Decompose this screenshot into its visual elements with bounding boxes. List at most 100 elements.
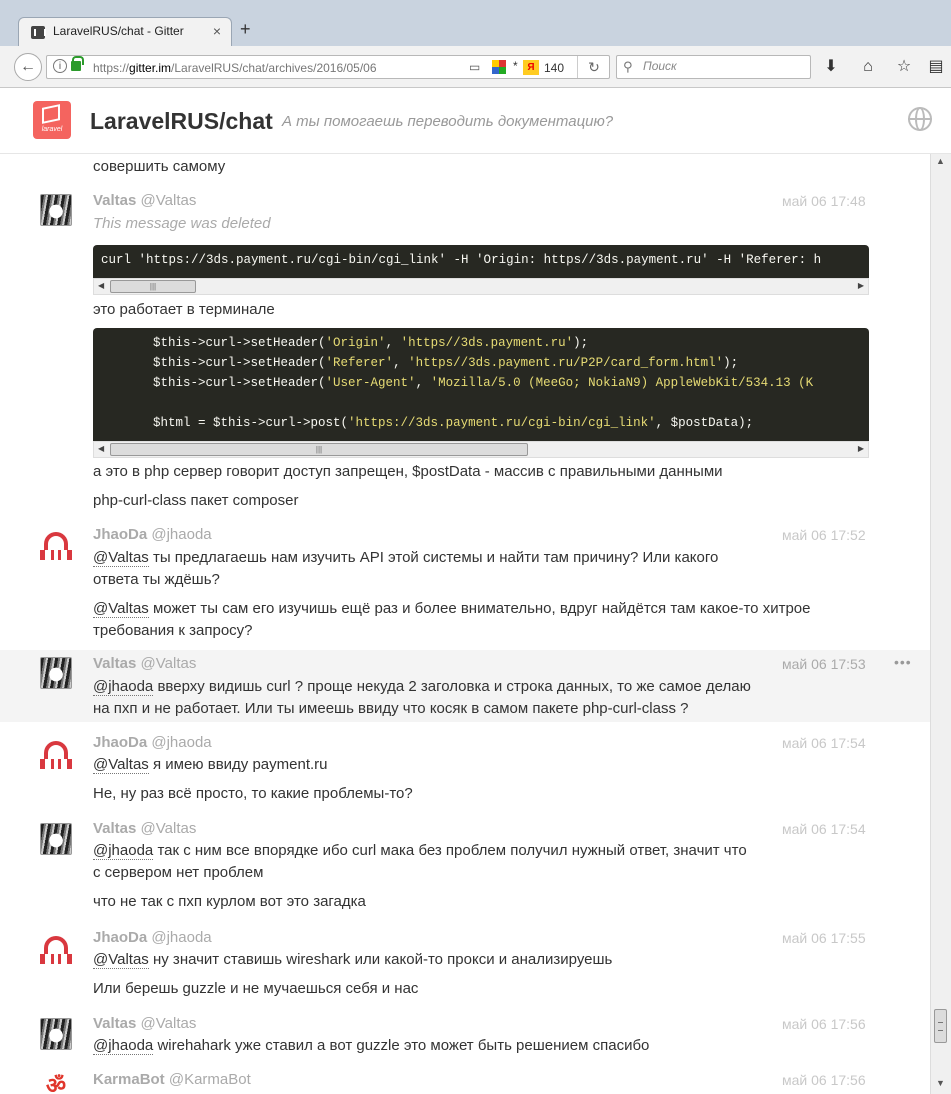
asterisk-icon: * bbox=[513, 59, 518, 73]
search-input[interactable] bbox=[643, 59, 803, 73]
tab-gitter[interactable]: LaravelRUS/chat - Gitter × bbox=[18, 17, 232, 46]
avatar-jhaoda[interactable] bbox=[40, 737, 72, 769]
back-button[interactable]: ← bbox=[14, 53, 42, 81]
scroll-left-icon[interactable]: ◀ bbox=[98, 444, 104, 453]
chat-message: JhaoDa @jhaoda май 06 17:55 @Valtas ну з… bbox=[0, 924, 930, 1010]
message-text: на пхп и не работает. Или ты имеешь ввид… bbox=[93, 700, 689, 717]
message-time[interactable]: май 06 17:55 bbox=[782, 930, 866, 946]
mention-link[interactable]: @Valtas bbox=[93, 549, 149, 567]
horizontal-scrollbar[interactable]: ◀ ||| ▶ bbox=[93, 278, 869, 295]
more-actions-icon[interactable]: ••• bbox=[894, 654, 912, 670]
reload-button[interactable]: ↻ bbox=[577, 56, 610, 78]
scroll-right-icon[interactable]: ▶ bbox=[858, 444, 864, 453]
bookmark-star-icon[interactable]: ☆ bbox=[892, 55, 916, 79]
scroll-down-icon[interactable]: ▼ bbox=[936, 1078, 945, 1088]
scroll-left-icon[interactable]: ◀ bbox=[98, 281, 104, 290]
code-block-php: $this->curl->setHeader('Origin', 'https/… bbox=[93, 328, 869, 441]
message-author[interactable]: JhaoDa @jhaoda bbox=[93, 734, 212, 751]
scroll-up-icon[interactable]: ▲ bbox=[936, 156, 945, 166]
mention-link[interactable]: @jhaoda bbox=[93, 678, 154, 696]
message-time[interactable]: май 06 17:52 bbox=[782, 527, 866, 543]
scroll-thumb[interactable] bbox=[934, 1009, 947, 1043]
mention-link[interactable]: @jhaoda bbox=[93, 842, 154, 860]
message-text: а это в php сервер говорит доступ запрещ… bbox=[93, 463, 723, 480]
chat-message: JhaoDa @jhaoda май 06 17:52 @Valtas ты п… bbox=[0, 520, 930, 650]
message-time[interactable]: май 06 17:56 bbox=[782, 1016, 866, 1032]
home-icon[interactable]: ⌂ bbox=[856, 55, 880, 79]
message-time[interactable]: май 06 17:48 bbox=[782, 193, 866, 209]
message-author[interactable]: Valtas @Valtas bbox=[93, 655, 196, 672]
gitter-favicon-icon bbox=[31, 26, 46, 39]
message-text: php-curl-class пакет composer bbox=[93, 492, 299, 509]
message-author[interactable]: Valtas @Valtas bbox=[93, 1015, 196, 1032]
mention-link[interactable]: @Valtas bbox=[93, 600, 149, 618]
mention-link[interactable]: @jhaoda bbox=[93, 1037, 154, 1055]
yandex-count: 140 bbox=[544, 61, 565, 75]
room-name[interactable]: LaravelRUS/chat bbox=[90, 108, 273, 135]
chat-message: Valtas @Valtas май 06 17:48 This message… bbox=[0, 186, 930, 524]
room-header: laravel LaravelRUS/chat А ты помогаешь п… bbox=[0, 89, 951, 154]
chat-message: JhaoDa @jhaoda май 06 17:54 @Valtas я им… bbox=[0, 729, 930, 815]
code-block-curl: curl 'https://3ds.payment.ru/cgi-bin/cgi… bbox=[93, 245, 869, 278]
avatar-valtas[interactable] bbox=[40, 657, 72, 689]
laravel-logo-icon bbox=[42, 104, 60, 124]
message-text: @Valtas я имею ввиду payment.ru bbox=[93, 756, 328, 774]
horizontal-scrollbar[interactable]: ◀ ||| ▶ bbox=[93, 441, 869, 458]
code-line: $this->curl->setHeader('User-Agent', 'Mo… bbox=[93, 376, 814, 390]
message-text: @Valtas ты предлагаешь нам изучить API э… bbox=[93, 549, 719, 567]
scroll-right-icon[interactable]: ▶ bbox=[858, 281, 864, 290]
vertical-scrollbar[interactable]: ▲ ▼ bbox=[930, 154, 951, 1094]
karma-om-icon[interactable]: ॐ bbox=[40, 1070, 72, 1094]
close-tab-icon[interactable]: × bbox=[213, 23, 221, 39]
search-icon: ⚲ bbox=[623, 59, 633, 74]
message-text: с сервером нет проблем bbox=[93, 864, 264, 881]
scroll-thumb[interactable]: ||| bbox=[110, 443, 528, 456]
avatar-valtas[interactable] bbox=[40, 1018, 72, 1050]
avatar-valtas[interactable] bbox=[40, 823, 72, 855]
tab-strip: LaravelRUS/chat - Gitter × + bbox=[0, 0, 951, 46]
info-icon[interactable]: i bbox=[53, 59, 67, 73]
address-bar[interactable]: i https://gitter.im/LaravelRUS/chat/arch… bbox=[46, 55, 610, 79]
avatar-jhaoda[interactable] bbox=[40, 932, 72, 964]
chat-container: совершить самому Valtas @Valtas май 06 1… bbox=[0, 154, 930, 1094]
avatar-jhaoda[interactable] bbox=[40, 528, 72, 560]
code-line: $this->curl->setHeader('Origin', 'https/… bbox=[93, 336, 589, 350]
message-text: Не, ну раз всё просто, то какие проблемы… bbox=[93, 785, 413, 802]
message-time[interactable]: май 06 17:56 bbox=[782, 1072, 866, 1088]
message-text: это работает в терминале bbox=[93, 301, 275, 318]
mention-link[interactable]: @Valtas bbox=[93, 951, 149, 969]
navigation-bar: ← i https://gitter.im/LaravelRUS/chat/ar… bbox=[0, 46, 951, 88]
chat-message: Valtas @Valtas май 06 17:53 ••• @jhaoda … bbox=[0, 650, 930, 722]
avatar-valtas[interactable] bbox=[40, 194, 72, 226]
message-time[interactable]: май 06 17:53 bbox=[782, 656, 866, 672]
logo-text: laravel bbox=[41, 126, 63, 133]
message-text: совершить самому bbox=[93, 158, 226, 175]
reading-list-icon[interactable]: ▤ bbox=[924, 55, 948, 79]
message-text: Или берешь guzzle и не мучаешься себя и … bbox=[93, 980, 419, 997]
message-text: @jhaoda вверху видишь curl ? проще некуд… bbox=[93, 678, 751, 696]
message-author[interactable]: JhaoDa @jhaoda bbox=[93, 929, 212, 946]
room-avatar[interactable]: laravel bbox=[33, 101, 71, 139]
yandex-icon[interactable]: Я bbox=[523, 60, 539, 75]
message-text: что не так с пхп курлом вот это загадка bbox=[93, 893, 366, 910]
download-icon[interactable]: ⬇ bbox=[819, 55, 843, 79]
scroll-thumb[interactable]: ||| bbox=[110, 280, 196, 293]
message-text: ответа ты ждёшь? bbox=[93, 571, 220, 588]
message-author[interactable]: JhaoDa @jhaoda bbox=[93, 526, 212, 543]
chat-message: Valtas @Valtas май 06 17:56 @jhaoda wire… bbox=[0, 1010, 930, 1066]
mention-link[interactable]: @Valtas bbox=[93, 756, 149, 774]
message-text: требования к запросу? bbox=[93, 622, 253, 639]
message-deleted: This message was deleted bbox=[93, 215, 271, 232]
message-time[interactable]: май 06 17:54 bbox=[782, 735, 866, 751]
message-author[interactable]: Valtas @Valtas bbox=[93, 192, 196, 209]
url-text[interactable]: https://gitter.im/LaravelRUS/chat/archiv… bbox=[93, 61, 377, 75]
code-line: $html = $this->curl->post('https://3ds.p… bbox=[93, 416, 754, 430]
search-box[interactable]: ⚲ bbox=[616, 55, 811, 79]
message-author[interactable]: Valtas @Valtas bbox=[93, 820, 196, 837]
google-extension-icon[interactable] bbox=[492, 60, 506, 74]
new-tab-button[interactable]: + bbox=[240, 19, 251, 40]
message-time[interactable]: май 06 17:54 bbox=[782, 821, 866, 837]
message-author[interactable]: KarmaBot @KarmaBot bbox=[93, 1071, 251, 1088]
globe-icon[interactable] bbox=[908, 107, 932, 131]
reader-view-icon[interactable]: ▭ bbox=[469, 60, 480, 74]
